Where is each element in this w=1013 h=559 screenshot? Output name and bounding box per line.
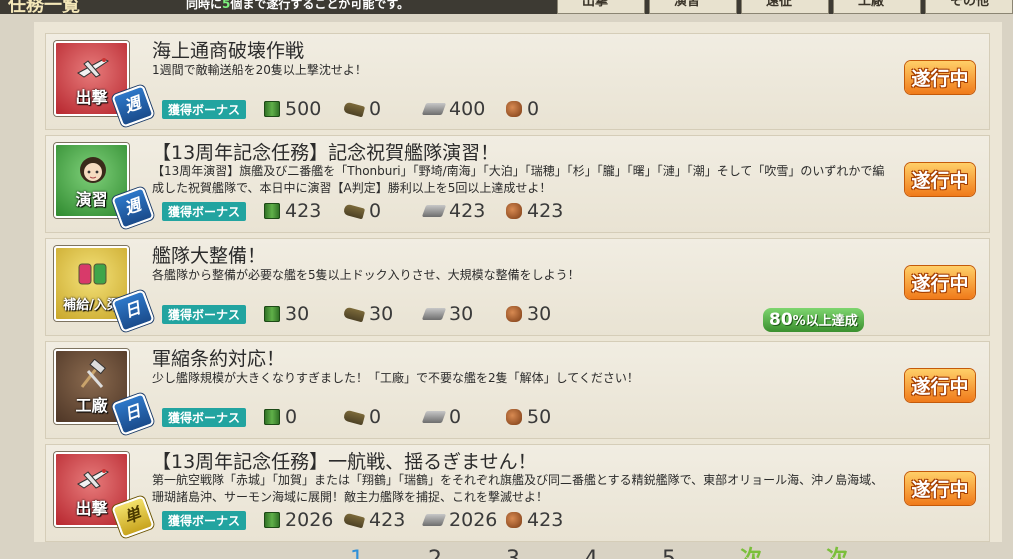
quest-row[interactable]: 出撃 週 海上通商破壊作戦 1週間で敵輸送船を20隻以上撃沈せよ！ 獲得ボーナス… bbox=[45, 33, 990, 130]
in-progress-button[interactable]: 遂行中 bbox=[901, 365, 979, 405]
ammo-icon bbox=[342, 203, 366, 219]
bauxite-icon bbox=[506, 409, 523, 425]
steel-icon bbox=[421, 514, 447, 526]
page-1[interactable]: 1 bbox=[350, 546, 364, 559]
quest-description: 各艦隊から整備が必要な艦を5隻以上ドック入りさせ、大規模な整備をしよう！ bbox=[152, 268, 580, 282]
fuel-icon bbox=[264, 306, 281, 322]
fuel-icon bbox=[264, 101, 281, 117]
supply-drums-icon bbox=[78, 263, 107, 285]
quest-title: 海上通商破壊作戦 bbox=[152, 40, 305, 62]
plane-icon bbox=[77, 469, 109, 489]
steel-reward: 0 bbox=[421, 406, 506, 428]
bonus-badge: 獲得ボーナス bbox=[162, 201, 247, 221]
ammo-reward: 0 bbox=[342, 98, 424, 120]
quest-title: 【13周年記念任務】記念祝賀艦隊演習！ bbox=[152, 142, 500, 164]
quest-description: 少し艦隊規模が大きくなりすぎました！「工廠」で不要な艦を2隻「解体」してください… bbox=[152, 371, 639, 385]
shipgirl-icon bbox=[80, 157, 106, 183]
progress-badge: 80%以上達成 bbox=[763, 308, 864, 332]
concurrent-note: 同時に5個まで遂行することが可能です。 bbox=[186, 0, 410, 11]
ammo-icon bbox=[342, 306, 366, 322]
ammo-reward: 0 bbox=[342, 200, 424, 222]
in-progress-button[interactable]: 遂行中 bbox=[901, 262, 979, 302]
quest-title: 【13周年記念任務】一航戦、揺るぎません！ bbox=[152, 451, 537, 473]
hammer-icon bbox=[80, 359, 106, 388]
quest-description: 1週間で敵輸送船を20隻以上撃沈せよ！ bbox=[152, 63, 367, 77]
steel-reward: 30 bbox=[421, 303, 506, 325]
fuel-reward: 30 bbox=[264, 303, 344, 325]
page-5[interactable]: 5 bbox=[662, 546, 676, 559]
bauxite-icon bbox=[506, 306, 523, 322]
steel-icon bbox=[421, 205, 447, 217]
tab-expedition[interactable]: 遠征 bbox=[741, 0, 829, 14]
fuel-icon bbox=[264, 409, 281, 425]
bauxite-icon bbox=[506, 203, 523, 219]
header-bar: 任務一覧 同時に5個まで遂行することが可能です。 出撃 演習 遠征 工廠 その他 bbox=[0, 0, 1013, 14]
fuel-icon bbox=[264, 203, 281, 219]
bonus-badge: 獲得ボーナス bbox=[162, 510, 247, 530]
bauxite-reward: 30 bbox=[506, 303, 551, 325]
reward-row: 獲得ボーナス 2026 423 2026 423 bbox=[162, 509, 563, 531]
steel-icon bbox=[421, 411, 447, 423]
in-progress-button[interactable]: 遂行中 bbox=[901, 159, 979, 199]
pagination: 1 2 3 4 5 次 次 bbox=[350, 546, 850, 559]
tab-exercise[interactable]: 演習 bbox=[649, 0, 737, 14]
quest-row[interactable]: 演習 週 【13周年記念任務】記念祝賀艦隊演習！ 【13周年演習】旗艦及び二番艦… bbox=[45, 135, 990, 233]
quest-description: 【13周年演習】旗艦及び二番艦を「Thonburi」「野埼/南海」「大泊」「瑞穂… bbox=[152, 164, 885, 195]
steel-icon bbox=[421, 103, 447, 115]
page-3[interactable]: 3 bbox=[506, 546, 520, 559]
bauxite-reward: 423 bbox=[506, 509, 563, 531]
quest-title: 艦隊大整備！ bbox=[152, 245, 267, 267]
bauxite-icon bbox=[506, 101, 523, 117]
bauxite-icon bbox=[506, 512, 523, 528]
fuel-reward: 500 bbox=[264, 98, 344, 120]
bonus-badge: 獲得ボーナス bbox=[162, 304, 247, 324]
ammo-reward: 423 bbox=[342, 509, 424, 531]
quest-row[interactable]: 補給/入渠 日 艦隊大整備！ 各艦隊から整備が必要な艦を5隻以上ドック入りさせ、… bbox=[45, 238, 990, 336]
ammo-icon bbox=[342, 409, 366, 425]
ammo-reward: 0 bbox=[342, 406, 424, 428]
fuel-icon bbox=[264, 512, 281, 528]
reward-row: 獲得ボーナス 500 0 400 0 bbox=[162, 98, 539, 120]
fuel-reward: 0 bbox=[264, 406, 344, 428]
quest-row[interactable]: 出撃 単 【13周年記念任務】一航戦、揺るぎません！ 第一航空戦隊「赤城」「加賀… bbox=[45, 444, 990, 542]
tab-factory[interactable]: 工廠 bbox=[833, 0, 921, 14]
reward-row: 獲得ボーナス 423 0 423 423 bbox=[162, 200, 563, 222]
tab-other[interactable]: その他 bbox=[925, 0, 1013, 14]
plane-icon bbox=[77, 58, 109, 78]
in-progress-button[interactable]: 遂行中 bbox=[901, 468, 979, 508]
bauxite-reward: 50 bbox=[506, 406, 551, 428]
reward-row: 獲得ボーナス 0 0 0 50 bbox=[162, 406, 551, 428]
steel-reward: 423 bbox=[421, 200, 506, 222]
quest-title: 軍縮条約対応！ bbox=[152, 348, 286, 370]
tab-sortie[interactable]: 出撃 bbox=[557, 0, 645, 14]
ammo-icon bbox=[342, 512, 366, 528]
bonus-badge: 獲得ボーナス bbox=[162, 407, 247, 427]
fuel-reward: 2026 bbox=[264, 509, 344, 531]
in-progress-button[interactable]: 遂行中 bbox=[901, 57, 979, 97]
ammo-icon bbox=[342, 101, 366, 117]
steel-icon bbox=[421, 308, 447, 320]
quest-description: 第一航空戦隊「赤城」「加賀」または「翔鶴」「瑞鶴」をそれぞれ旗艦及び同二番艦とす… bbox=[152, 473, 884, 504]
fuel-reward: 423 bbox=[264, 200, 344, 222]
page-title: 任務一覧 bbox=[8, 0, 80, 14]
bonus-badge: 獲得ボーナス bbox=[162, 99, 247, 119]
bauxite-reward: 423 bbox=[506, 200, 563, 222]
steel-reward: 2026 bbox=[421, 509, 506, 531]
ammo-reward: 30 bbox=[342, 303, 424, 325]
quest-row[interactable]: 工廠 日 軍縮条約対応！ 少し艦隊規模が大きくなりすぎました！「工廠」で不要な艦… bbox=[45, 341, 990, 439]
page-2[interactable]: 2 bbox=[428, 546, 442, 559]
page-4[interactable]: 4 bbox=[584, 546, 598, 559]
next-page-button[interactable]: 次 bbox=[740, 546, 762, 559]
quest-list: 出撃 週 海上通商破壊作戦 1週間で敵輸送船を20隻以上撃沈せよ！ 獲得ボーナス… bbox=[45, 33, 990, 547]
category-tabs: 出撃 演習 遠征 工廠 その他 bbox=[557, 0, 1013, 14]
next-page-button[interactable]: 次 bbox=[826, 546, 848, 559]
steel-reward: 400 bbox=[421, 98, 506, 120]
bauxite-reward: 0 bbox=[506, 98, 539, 120]
reward-row: 獲得ボーナス 30 30 30 30 bbox=[162, 303, 551, 325]
